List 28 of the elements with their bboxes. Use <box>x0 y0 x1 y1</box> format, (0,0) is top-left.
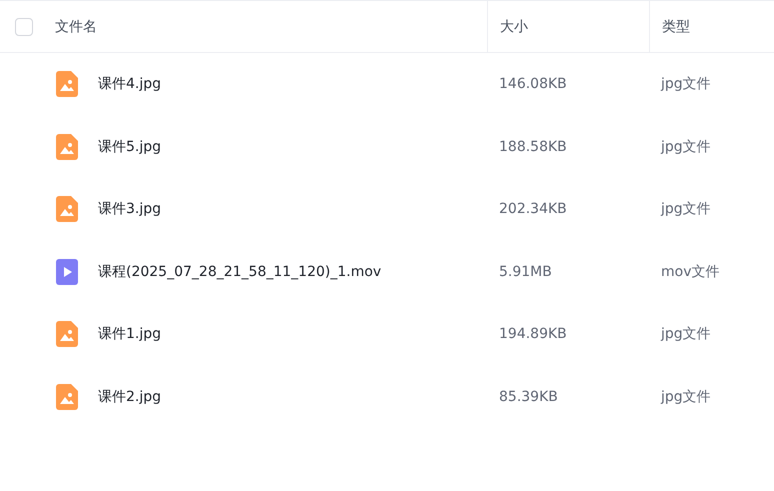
file-name[interactable]: 课件5.jpg <box>98 138 162 156</box>
image-file-icon <box>56 321 78 348</box>
file-name[interactable]: 课件4.jpg <box>98 75 162 94</box>
file-type: jpg文件 <box>660 138 712 156</box>
file-size: 85.39KB <box>498 388 559 405</box>
file-type: mov文件 <box>660 262 720 281</box>
select-all-checkbox[interactable] <box>15 18 33 36</box>
file-type: jpg文件 <box>660 75 712 94</box>
column-header[interactable]: 类型 <box>662 18 690 36</box>
file-size: 5.91MB <box>498 264 553 280</box>
file-size: 146.08KB <box>498 76 568 92</box>
image-file-icon <box>56 71 78 98</box>
file-size: 202.34KB <box>498 201 568 218</box>
image-file-icon <box>56 196 78 222</box>
file-type: jpg文件 <box>660 200 712 218</box>
file-size: 188.58KB <box>498 138 568 155</box>
file-name[interactable]: 课件1.jpg <box>98 325 162 344</box>
file-name[interactable]: 课件3.jpg <box>98 200 162 218</box>
file-name[interactable]: 课件2.jpg <box>98 388 162 406</box>
file-size: 194.89KB <box>498 326 568 342</box>
file-type: jpg文件 <box>660 325 712 344</box>
file-type: jpg文件 <box>660 388 712 406</box>
column-header[interactable]: 大小 <box>500 18 528 36</box>
file-name[interactable]: 课程(2025_07_28_21_58_11_120)_1.mov <box>98 262 382 281</box>
column-header[interactable]: 文件名 <box>55 18 97 36</box>
video-file-icon <box>56 258 78 285</box>
image-file-icon <box>56 134 78 160</box>
image-file-icon <box>56 384 78 410</box>
